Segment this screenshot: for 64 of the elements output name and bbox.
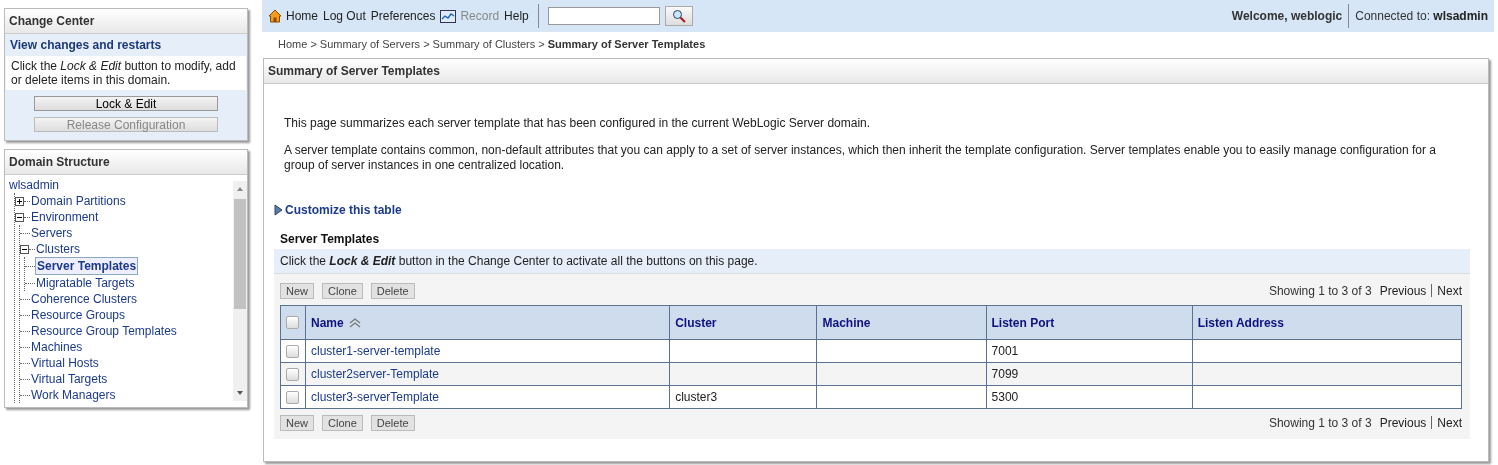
- previous-link[interactable]: Previous: [1379, 415, 1427, 430]
- tree-item[interactable]: Server Templates: [35, 257, 139, 275]
- description-text: This page summarizes each server template that has been configured in the current WebLogic Server domain.: [283, 116, 872, 131]
- table-cell: 5300: [991, 390, 1019, 404]
- next-link[interactable]: Next: [1437, 415, 1462, 430]
- chart-icon: [440, 9, 457, 23]
- panel-title: Domain Structure: [5, 150, 247, 175]
- paging-summary: Showing 1 to 3 of 3: [1268, 283, 1372, 298]
- toolbar-link[interactable]: Preferences: [370, 9, 436, 23]
- search-field[interactable]: [547, 7, 660, 25]
- change-center-message: Click the Lock & Edit button to modify, add or delete items in this domain.: [6, 56, 246, 90]
- tree-item[interactable]: Virtual Targets: [30, 371, 109, 387]
- column-header[interactable]: Listen Address: [1192, 305, 1462, 340]
- tree-item[interactable]: Migratable Targets: [35, 275, 136, 291]
- panel-title: Change Center: [5, 9, 247, 34]
- tree-root[interactable]: wlsadmin: [8, 177, 60, 193]
- expand-icon[interactable]: [15, 196, 24, 206]
- lock-notice: Click the Lock & Edit button in the Change Center to activate all the buttons on this page.: [274, 249, 1470, 273]
- current-page-label: Summary of Server Templates: [547, 38, 706, 52]
- row-checkbox[interactable]: [286, 367, 300, 381]
- collapse-icon[interactable]: [20, 244, 29, 254]
- tree-item[interactable]: Domain Partitions: [30, 193, 127, 209]
- tree-item[interactable]: Resource Groups: [30, 307, 127, 323]
- tree-item[interactable]: Servers: [30, 225, 74, 241]
- tree-item[interactable]: Clusters: [35, 241, 81, 257]
- change-center-link[interactable]: View changes and restarts: [5, 34, 247, 56]
- page-title: Summary of Server Templates: [264, 59, 1488, 84]
- column-header[interactable]: Cluster: [669, 305, 817, 340]
- collapse-icon[interactable]: [15, 212, 24, 222]
- connection-info: Connected to: wlsadmin: [1355, 9, 1488, 23]
- next-link[interactable]: Next: [1437, 283, 1462, 298]
- tree-item[interactable]: Resource Group Templates: [30, 323, 178, 339]
- change-center-button[interactable]: Lock & Edit: [34, 96, 218, 111]
- toolbar-link[interactable]: Log Out: [323, 9, 366, 23]
- table-title: Server Templates: [279, 232, 381, 246]
- paging-summary: Showing 1 to 3 of 3: [1268, 415, 1372, 430]
- tree-item[interactable]: Machines: [30, 339, 84, 355]
- row-checkbox[interactable]: [286, 390, 300, 404]
- row-checkbox[interactable]: [286, 344, 300, 358]
- tree-item[interactable]: Virtual Hosts: [30, 355, 100, 371]
- column-header[interactable]: Machine: [817, 305, 987, 340]
- search-icon: [671, 9, 686, 23]
- customize-table-link[interactable]: Customize this table: [285, 203, 402, 217]
- welcome-text: Welcome, weblogic: [1231, 9, 1343, 23]
- tree-item[interactable]: Environment: [30, 209, 100, 225]
- select-all-checkbox[interactable]: [286, 316, 300, 329]
- toolbar-link[interactable]: Help: [504, 9, 529, 23]
- search-button[interactable]: [664, 6, 693, 26]
- column-header[interactable]: Name: [305, 305, 670, 340]
- tree-item[interactable]: Work Managers: [30, 387, 117, 403]
- breadcrumb-link[interactable]: Summary of Servers >: [319, 38, 430, 52]
- table-cell: 7099: [991, 367, 1019, 381]
- sort-ascending-icon[interactable]: [347, 317, 362, 328]
- breadcrumb-link[interactable]: Summary of Clusters >: [432, 38, 545, 52]
- previous-link[interactable]: Previous: [1379, 283, 1427, 298]
- breadcrumb-link[interactable]: Home >: [278, 38, 317, 52]
- expand-triangle-icon: [274, 204, 283, 216]
- column-header[interactable]: Listen Port: [986, 305, 1193, 340]
- table-cell: cluster3: [675, 390, 718, 404]
- description-text: A server template contains common, non-default attributes that you can apply to a set of server instances, which then inherit the template configuration. Server templates enable you to easily manage configuration for a group of server instances in one centralized location.: [283, 143, 1437, 173]
- table-cell: 7001: [991, 344, 1019, 358]
- tree-item[interactable]: Coherence Clusters: [30, 291, 139, 307]
- house-icon: [268, 9, 282, 23]
- home-link[interactable]: Home: [268, 9, 318, 23]
